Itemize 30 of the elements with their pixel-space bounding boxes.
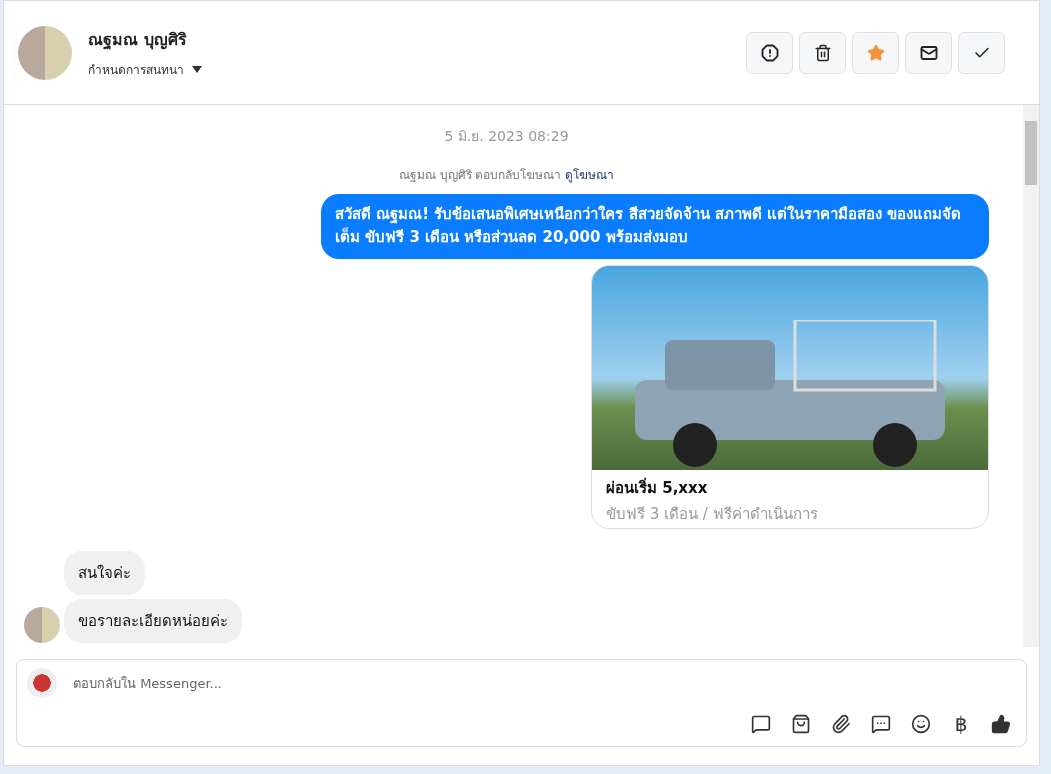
- unread-button[interactable]: [905, 31, 952, 74]
- currency-button[interactable]: ฿: [946, 710, 976, 738]
- contact-avatar: [18, 25, 72, 80]
- scrollbar[interactable]: [1023, 105, 1039, 647]
- caret-icon: [192, 65, 202, 73]
- trash-icon: [813, 43, 832, 62]
- smiley-icon: [911, 714, 931, 734]
- thumbs-up-icon: [991, 714, 1011, 734]
- card-subtitle: ขับฟรี 3 เดือน / ฟรีค่าดำเนินการ: [605, 504, 819, 525]
- ad-reply-note: ณฐมณ บุญศิริ ตอบกลับโฆษณา: [398, 168, 563, 182]
- spam-button[interactable]: [746, 31, 793, 74]
- ad-card[interactable]: ผ่อนเริ่ม 5,xxx ขับฟรี 3 เดือน / ฟรีค่าดำเนินการ: [591, 265, 989, 529]
- message-timestamp: 5 มิ.ย. 2023 08:29: [443, 127, 570, 146]
- star-icon: [866, 43, 885, 62]
- chat-bubble-icon: [871, 714, 891, 734]
- delete-button[interactable]: [799, 31, 846, 74]
- envelope-icon: [919, 43, 938, 62]
- received-message: สนใจค่ะ: [64, 551, 145, 595]
- alert-icon: [760, 43, 779, 62]
- star-button[interactable]: [852, 31, 899, 74]
- view-ad-link[interactable]: ดูโฆษณา: [565, 168, 615, 182]
- shopping-bag-icon: [791, 714, 811, 734]
- sent-message: สวัสดี ณฐมณ! รับข้อเสนอพิเศษเหนือกว่าใคร สีสวยจัดจ้าน สภาพดี แต่ในราคามือสอง ของแถมจัดเต็ม ขับฟรี 3 เดือน หรือส่วนลด 20,000 พร้อมส่งมอบ: [321, 194, 989, 259]
- paperclip-icon: [831, 714, 851, 734]
- assign-conversation-dropdown[interactable]: กำหนดการสนทนา: [88, 59, 202, 79]
- contact-name: ณฐมณ บุญศิริ: [88, 28, 188, 52]
- sender-avatar: [24, 607, 60, 643]
- received-message: ขอรายละเอียดหน่อยค่ะ: [64, 599, 242, 643]
- card-title: ผ่อนเริ่ม 5,xxx: [605, 476, 709, 499]
- page-avatar: [27, 668, 57, 698]
